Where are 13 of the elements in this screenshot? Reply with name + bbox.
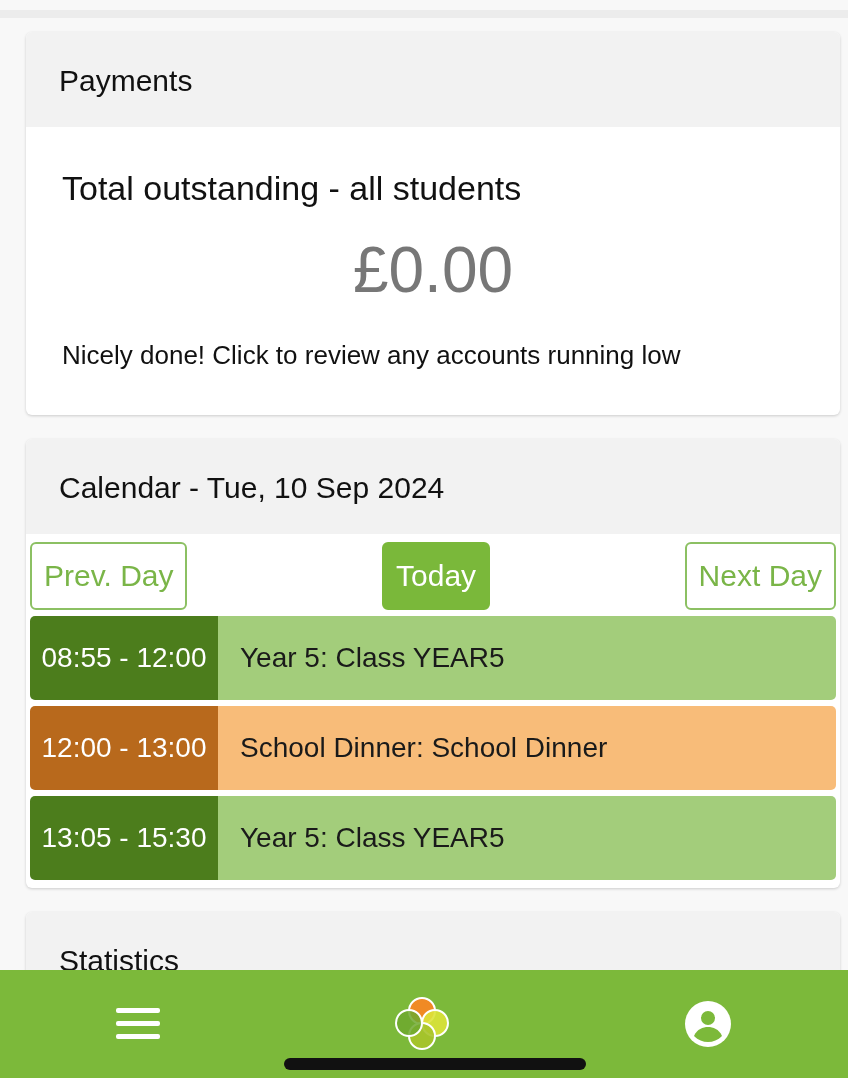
event-title[interactable]: School Dinner: School Dinner <box>218 706 836 790</box>
card-subtitle: Total outstanding - all students <box>61 168 523 209</box>
menu-icon[interactable] <box>116 1006 160 1042</box>
review-link[interactable]: Nicely done! Click to review any accounts running low <box>26 336 840 415</box>
card-title: Calendar - Tue, 10 Sep 2024 <box>26 439 840 534</box>
amount-text: £0.00 <box>351 233 515 308</box>
event-time: 12:00 - 13:00 <box>30 706 218 790</box>
card-title: Payments <box>26 32 840 127</box>
event-title[interactable]: Year 5: Class YEAR5 <box>218 796 836 880</box>
profile-icon[interactable] <box>684 1000 732 1048</box>
event-time: 13:05 - 15:30 <box>30 796 218 880</box>
event-title[interactable]: Year 5: Class YEAR5 <box>218 616 836 700</box>
event-time: 08:55 - 12:00 <box>30 616 218 700</box>
